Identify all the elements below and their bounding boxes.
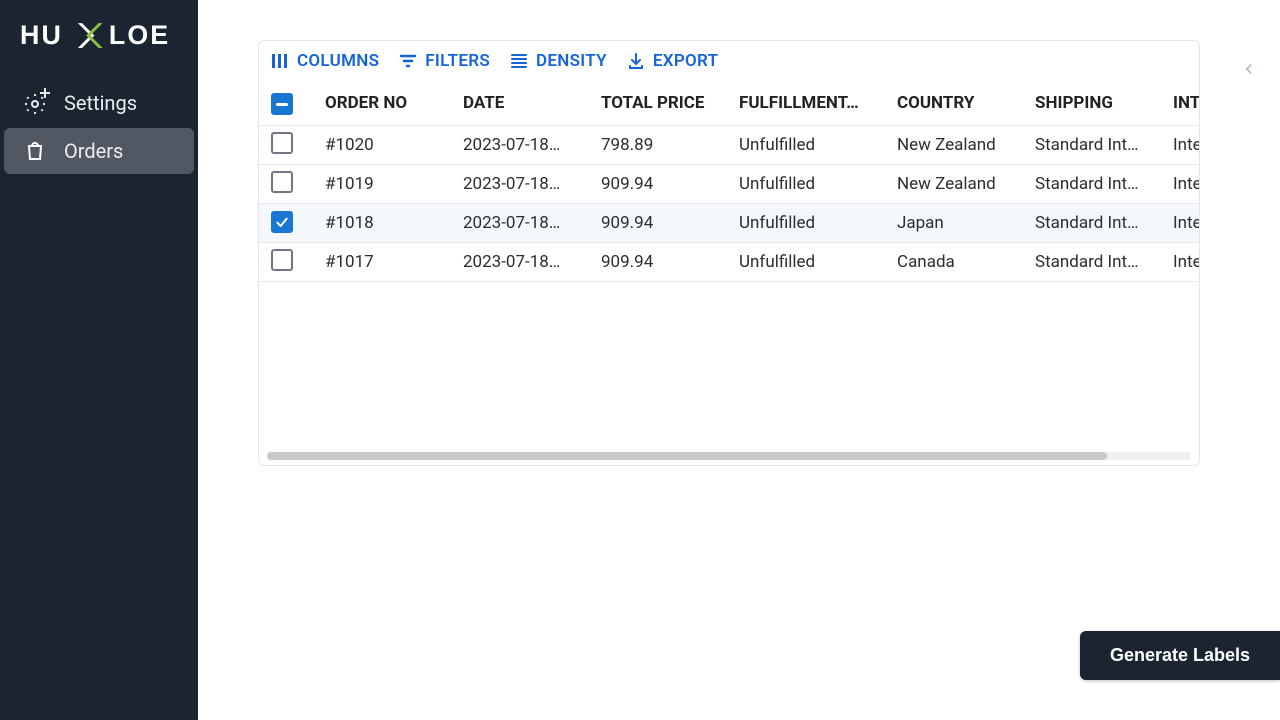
- select-all-checkbox[interactable]: [271, 93, 293, 115]
- download-icon: [627, 52, 645, 70]
- grid-toolbar: COLUMNS FILTERS DENSITY: [259, 41, 1199, 81]
- columns-button[interactable]: COLUMNS: [271, 51, 379, 71]
- filter-icon: [399, 52, 417, 70]
- sidebar-item-orders[interactable]: Orders: [4, 128, 194, 174]
- orders-grid: ORDER NO DATE TOTAL PRICE FULFILLMENT… C…: [259, 81, 1199, 463]
- main: COLUMNS FILTERS DENSITY: [198, 0, 1280, 720]
- logo: HU LOE: [0, 10, 198, 80]
- cell: Inte: [1173, 213, 1200, 233]
- density-icon: [510, 52, 528, 70]
- cell: 909.94: [601, 252, 739, 272]
- col-fulfillment[interactable]: FULFILLMENT…: [739, 93, 897, 113]
- nav: Settings Orders: [0, 80, 198, 174]
- scrollbar-thumb[interactable]: [267, 452, 1107, 460]
- cell: #1018: [325, 213, 463, 233]
- col-shipping[interactable]: SHIPPING: [1035, 93, 1173, 113]
- cell: 909.94: [601, 213, 739, 233]
- table-row[interactable]: #10182023-07-18…909.94UnfulfilledJapanSt…: [259, 203, 1199, 242]
- col-country[interactable]: COUNTRY: [897, 93, 1035, 113]
- sidebar: HU LOE Settings: [0, 0, 198, 720]
- logo-svg: HU LOE: [20, 18, 175, 54]
- grid-header: ORDER NO DATE TOTAL PRICE FULFILLMENT… C…: [259, 81, 1199, 125]
- cell: 909.94: [601, 174, 739, 194]
- sidebar-item-label: Settings: [64, 91, 137, 115]
- cell: 2023-07-18…: [463, 135, 601, 155]
- cell: Canada: [897, 252, 1035, 272]
- cell: Japan: [897, 213, 1035, 233]
- col-order-no[interactable]: ORDER NO: [325, 93, 463, 113]
- columns-icon: [271, 52, 289, 70]
- cell: 2023-07-18…: [463, 252, 601, 272]
- density-button[interactable]: DENSITY: [510, 51, 607, 71]
- grid-body: #10202023-07-18…798.89UnfulfilledNew Zea…: [259, 125, 1199, 281]
- sidebar-item-settings[interactable]: Settings: [4, 80, 194, 126]
- filters-button[interactable]: FILTERS: [399, 51, 490, 71]
- cell: #1019: [325, 174, 463, 194]
- cell: Standard Int…: [1035, 135, 1173, 155]
- cell: Standard Int…: [1035, 252, 1173, 272]
- cell: Inte: [1173, 252, 1200, 272]
- svg-text:LOE: LOE: [109, 20, 170, 50]
- cell: Unfulfilled: [739, 174, 897, 194]
- col-int[interactable]: INT: [1173, 93, 1200, 113]
- grid-empty-area: [259, 281, 1199, 449]
- cell: 798.89: [601, 135, 739, 155]
- chevron-left-icon[interactable]: [1240, 60, 1258, 82]
- col-date[interactable]: DATE: [463, 93, 601, 113]
- cell: Standard Int…: [1035, 174, 1173, 194]
- gear-icon: [22, 90, 48, 116]
- table-row[interactable]: #10192023-07-18…909.94UnfulfilledNew Zea…: [259, 164, 1199, 203]
- cell: Standard Int…: [1035, 213, 1173, 233]
- bag-icon: [22, 138, 48, 164]
- cell: Inte: [1173, 135, 1200, 155]
- tool-label: FILTERS: [425, 51, 490, 71]
- cell: #1017: [325, 252, 463, 272]
- cell: Unfulfilled: [739, 213, 897, 233]
- col-total-price[interactable]: TOTAL PRICE: [601, 93, 739, 113]
- export-button[interactable]: EXPORT: [627, 51, 719, 71]
- cell: #1020: [325, 135, 463, 155]
- row-checkbox[interactable]: [271, 249, 293, 271]
- cell: New Zealand: [897, 135, 1035, 155]
- row-checkbox[interactable]: [271, 211, 293, 233]
- table-row[interactable]: #10172023-07-18…909.94UnfulfilledCanadaS…: [259, 242, 1199, 281]
- app-root: HU LOE Settings: [0, 0, 1280, 720]
- sidebar-item-label: Orders: [64, 139, 123, 163]
- svg-text:HU: HU: [20, 20, 63, 50]
- tool-label: DENSITY: [536, 51, 607, 71]
- tool-label: COLUMNS: [297, 51, 379, 71]
- cell: Unfulfilled: [739, 252, 897, 272]
- generate-labels-button[interactable]: Generate Labels: [1080, 631, 1280, 680]
- cell: Unfulfilled: [739, 135, 897, 155]
- orders-panel: COLUMNS FILTERS DENSITY: [258, 40, 1200, 466]
- table-row[interactable]: #10202023-07-18…798.89UnfulfilledNew Zea…: [259, 125, 1199, 164]
- cell: 2023-07-18…: [463, 213, 601, 233]
- row-checkbox[interactable]: [271, 132, 293, 154]
- horizontal-scrollbar[interactable]: [259, 449, 1199, 463]
- cell: New Zealand: [897, 174, 1035, 194]
- cell: 2023-07-18…: [463, 174, 601, 194]
- cell: Inte: [1173, 174, 1200, 194]
- row-checkbox[interactable]: [271, 171, 293, 193]
- tool-label: EXPORT: [653, 51, 719, 71]
